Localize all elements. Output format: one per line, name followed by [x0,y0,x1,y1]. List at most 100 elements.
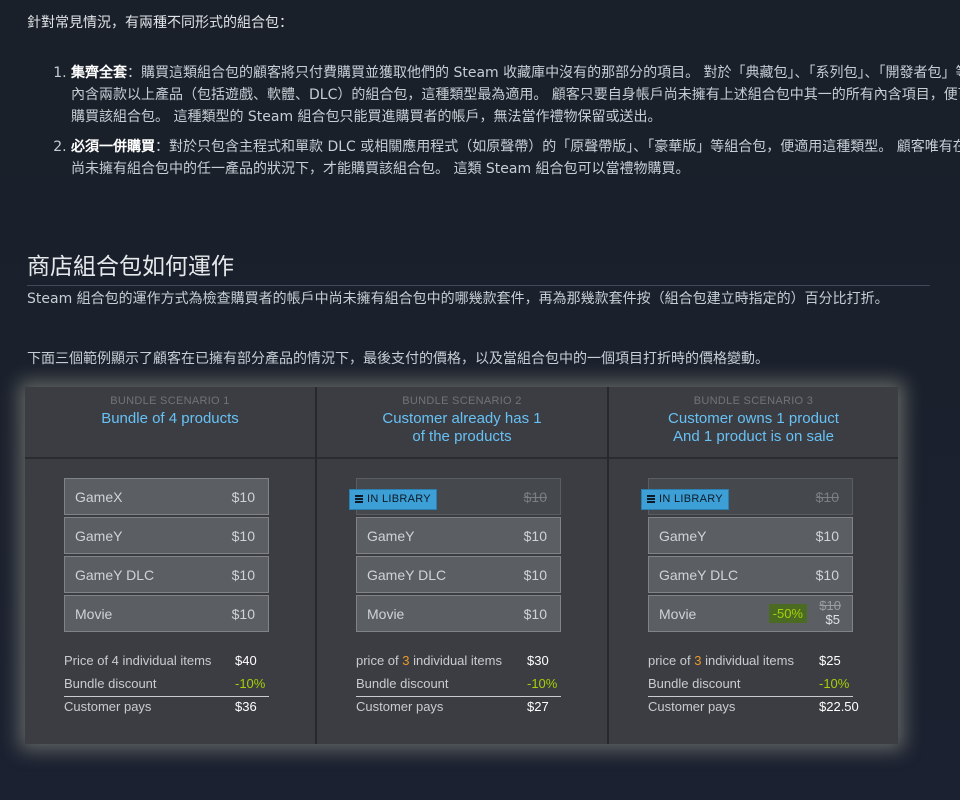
sale-price: $5 [825,612,840,627]
scenario-title-line: Bundle of 4 products [101,410,239,427]
total-value: $36 [235,699,257,714]
summary-row-discount: Bundle discount -10% [648,674,853,697]
item-price: $10 [815,489,839,505]
list-icon [647,494,655,504]
summary-label-text: price of [648,653,695,668]
badge-label: IN LIBRARY [659,493,723,505]
summary-label: Bundle discount [356,676,449,691]
discount-value: -10% [235,676,266,691]
scenario-title-line: And 1 product is on sale [673,428,834,445]
bundle-item: GameY $10 [648,517,853,554]
bundle-item: GameY DLC $10 [356,556,561,593]
bundle-type-text: ：對於只包含主程式和單款 DLC 或相關應用程式（如原聲帶）的「原聲帶版」、「豪… [71,139,960,177]
bundle-item-on-sale: Movie -50% $10 $5 [648,595,853,632]
bundle-item: GameY DLC $10 [64,556,269,593]
item-price: $10 [231,489,255,505]
scenario-title-line: Customer already has 1 [382,410,542,427]
list-icon [355,494,363,504]
summary-label: price of 3 individual items [648,653,794,668]
scenario-title-line: Customer owns 1 product [668,410,839,427]
item-name: GameX [75,489,123,505]
scenario-title: Customer already has 1 of the products [317,410,607,446]
summary-label: price of 3 individual items [356,653,502,668]
total-value: $27 [527,699,549,714]
bundle-types-list: 集齊全套：購買這類組合包的顧客將只付費購買並獲取他們的 Steam 收藏庫中沒有… [27,62,960,188]
bundle-item: GameX $10 [64,478,269,515]
summary-label-text: Price of 4 individual items [64,653,212,668]
summary-label: Customer pays [648,699,736,714]
item-name: GameY DLC [75,567,155,583]
summary-label: Customer pays [64,699,152,714]
bundle-type-text: ：購買這類組合包的顧客將只付費購買並獲取他們的 Steam 收藏庫中沒有的那部分… [71,65,960,125]
total-value: $22.50 [819,699,859,714]
item-name: Movie [367,606,405,622]
bundle-item: Movie $10 [356,595,561,632]
scenario-panel: BUNDLE SCENARIO 1 Bundle of 4 products G… [25,387,317,744]
item-name: GameY DLC [367,567,447,583]
examples-paragraph: 下面三個範例顯示了顧客在已擁有部分產品的情況下，最後支付的價格，以及當組合包中的… [27,351,769,367]
summary-row-total: Customer pays $27 [356,697,561,720]
original-price: $10 [819,598,841,613]
summary-label: Price of 4 individual items [64,653,211,668]
bundle-type-title: 必須一併購買 [71,139,155,155]
scenario-label: BUNDLE SCENARIO 2 [402,395,522,407]
explanation-paragraph: Steam 組合包的運作方式為檢查購買者的帳戶中尚未擁有組合包中的哪幾款套件，再… [27,291,889,307]
item-name: Movie [659,606,697,622]
summary-label: Bundle discount [648,676,741,691]
summary-row-total: Customer pays $36 [64,697,269,720]
discount-value: -10% [819,676,850,691]
scenario-panel: BUNDLE SCENARIO 3 Customer owns 1 produc… [609,387,898,744]
sale-badge: -50% [768,604,807,623]
bundle-item-owned: IN LIBRARY $10 [349,478,561,515]
summary-row-price: price of 3 individual items $25 [648,651,853,674]
item-name: GameY DLC [659,567,739,583]
bundle-item: GameY $10 [64,517,269,554]
item-price: $10 [815,528,839,544]
scenario-items: IN LIBRARY $10 GameY $10 GameY DLC $10 Mov… [641,478,853,634]
scenario-title: Bundle of 4 products [25,410,315,428]
bundle-type-title: 集齊全套 [71,65,127,81]
price-summary: price of 3 individual items $30 Bundle di… [356,651,561,720]
scenario-header: BUNDLE SCENARIO 3 Customer owns 1 produc… [609,387,898,459]
summary-label-text: individual items [409,653,502,668]
summary-row-discount: Bundle discount -10% [64,674,269,697]
item-price: $10 [523,606,547,622]
item-price: $10 [231,528,255,544]
scenario-items: IN LIBRARY $10 GameY $10 GameY DLC $10 Mov… [349,478,561,634]
scenario-items: GameX $10 GameY $10 GameY DLC $10 Movie $10 [64,478,269,634]
section-heading: 商店組合包如何運作 [27,247,930,286]
badge-label: IN LIBRARY [367,493,431,505]
scenario-panel: BUNDLE SCENARIO 2 Customer already has 1… [317,387,609,744]
scenario-header: BUNDLE SCENARIO 2 Customer already has 1… [317,387,607,459]
item-price: $10 [815,567,839,583]
summary-row-price: price of 3 individual items $30 [356,651,561,674]
item-price: $10 [523,528,547,544]
scenario-label: BUNDLE SCENARIO 1 [110,395,230,407]
bundle-item: Movie $10 [64,595,269,632]
summary-value: $25 [819,653,841,668]
item-name: GameY [367,528,415,544]
summary-value: $30 [527,653,549,668]
summary-value: $40 [235,653,257,668]
bundle-scenarios-image: BUNDLE SCENARIO 1 Bundle of 4 products G… [25,387,898,744]
discount-value: -10% [527,676,558,691]
summary-label-text: individual items [701,653,794,668]
bundle-item: GameY $10 [356,517,561,554]
in-library-badge: IN LIBRARY [349,489,437,510]
scenario-label: BUNDLE SCENARIO 3 [693,395,814,407]
summary-label-text: price of [356,653,403,668]
summary-row-discount: Bundle discount -10% [356,674,561,697]
price-summary: price of 3 individual items $25 Bundle di… [648,651,859,720]
scenario-header: BUNDLE SCENARIO 1 Bundle of 4 products [25,387,315,459]
item-name: GameY [659,528,707,544]
scenario-title: Customer owns 1 product And 1 product is… [609,410,898,446]
summary-label: Customer pays [356,699,444,714]
in-library-badge: IN LIBRARY [641,489,729,510]
item-name: Movie [75,606,113,622]
bundle-item-owned: IN LIBRARY $10 [641,478,853,515]
bundle-item: GameY DLC $10 [648,556,853,593]
summary-row-total: Customer pays $22.50 [648,697,859,720]
price-summary: Price of 4 individual items $40 Bundle di… [64,651,269,720]
item-name: GameY [75,528,123,544]
item-price: $10 [231,567,255,583]
